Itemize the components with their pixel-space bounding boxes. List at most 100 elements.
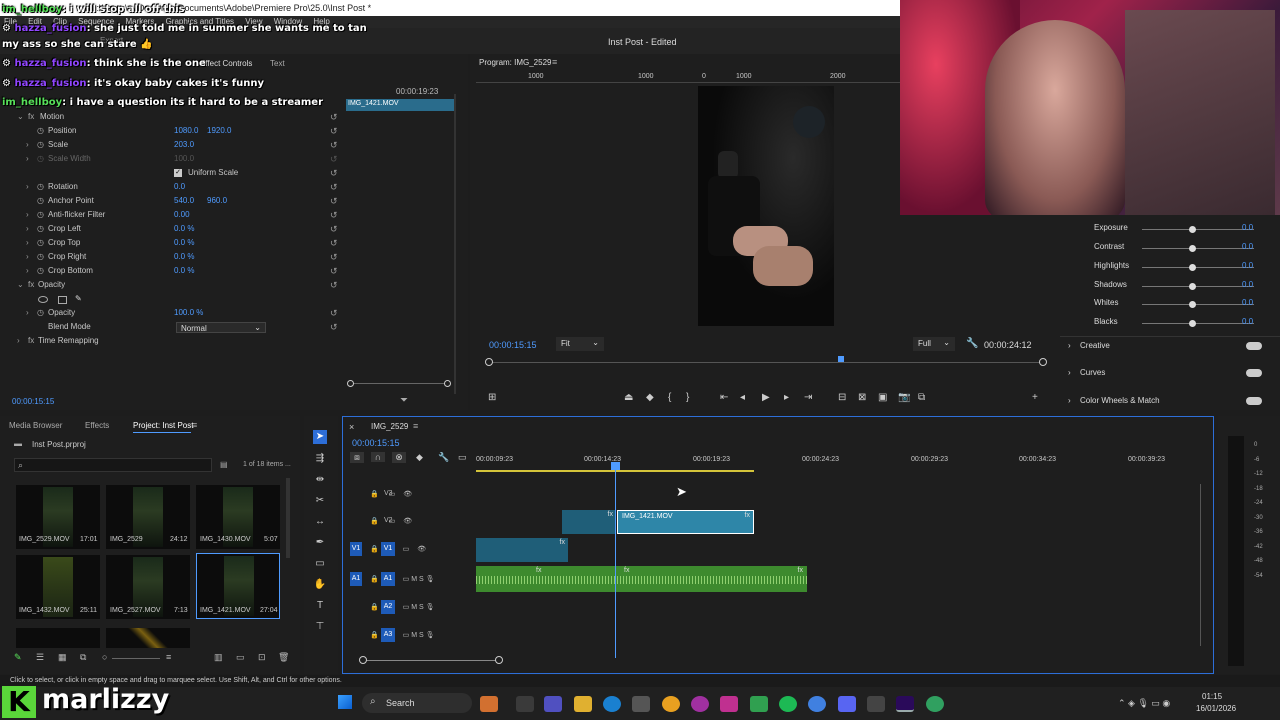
clock-time[interactable]: 01:15: [1202, 692, 1222, 701]
overwrite-icon[interactable]: ⊠: [858, 392, 866, 403]
project-search-input[interactable]: ⌕: [14, 458, 212, 472]
uniform-scale-checkbox[interactable]: ✓: [174, 169, 182, 177]
sequence-name[interactable]: IMG_2529: [371, 422, 408, 431]
pen-tool-icon[interactable]: ✒: [313, 536, 327, 550]
reset-icon[interactable]: ↺: [330, 112, 338, 123]
ec-zoom-bar[interactable]: [347, 380, 451, 387]
play-icon[interactable]: ▶: [762, 392, 770, 403]
automate-icon[interactable]: ▥: [214, 652, 223, 663]
store-icon[interactable]: [632, 696, 650, 712]
taskbar-app-icon-7[interactable]: [867, 696, 885, 712]
program-current-time[interactable]: 00:00:15:15: [489, 340, 537, 350]
rotation-row[interactable]: › ◷ Rotation 0.0 ↺: [0, 182, 345, 196]
clip-v1[interactable]: fx: [476, 538, 568, 562]
taskbar-app-icon-6[interactable]: [750, 696, 768, 712]
playhead-handle[interactable]: [611, 462, 620, 470]
wrench-icon[interactable]: 🔧: [966, 338, 978, 349]
taskbar-app-icon-5[interactable]: [691, 696, 709, 712]
position-y[interactable]: 1920.0: [207, 126, 231, 135]
windows-start-icon[interactable]: [338, 695, 352, 709]
marker-icon[interactable]: ◆: [646, 392, 654, 403]
taskbar-app-icon-4[interactable]: [662, 696, 680, 712]
slip-tool-icon[interactable]: ↔: [313, 515, 327, 529]
trash-icon[interactable]: 🗑: [278, 652, 289, 663]
compare-icon[interactable]: ▣: [878, 392, 887, 403]
clip-audio-a1[interactable]: fx fx fx: [476, 566, 807, 592]
creative-toggle[interactable]: [1246, 342, 1262, 350]
tray-icons[interactable]: ⌃ ◈ 🎙 ▭ ◉: [1118, 698, 1170, 709]
reset-icon[interactable]: ↺: [330, 140, 338, 151]
captions-icon[interactable]: ▭: [458, 452, 467, 463]
mark-out-icon[interactable]: }: [686, 392, 689, 403]
caption-tool-icon[interactable]: ⊤: [313, 620, 327, 634]
new-item-icon[interactable]: ⊡: [258, 652, 266, 663]
timeline-current-time[interactable]: 00:00:15:15: [352, 438, 400, 448]
lumetri-blacks[interactable]: Blacks 0.0: [1060, 317, 1280, 335]
opacity-group-row[interactable]: ⌄ fx Opacity ↺: [0, 280, 345, 294]
taskbar-app-icon-3[interactable]: [544, 696, 562, 712]
crop-left-row[interactable]: › ◷ Crop Left 0.0 % ↺: [0, 224, 345, 238]
ellipse-mask-icon[interactable]: [38, 296, 48, 303]
add-button-icon[interactable]: +: [1032, 392, 1038, 403]
selection-tool-icon[interactable]: ➤: [313, 430, 327, 444]
wrench-icon[interactable]: 🔧: [438, 452, 449, 463]
pencil-icon[interactable]: ✎: [14, 652, 22, 663]
uniform-scale-row[interactable]: ✓ Uniform Scale ↺: [0, 168, 345, 182]
tab-effect-controls[interactable]: Effect Controls: [200, 59, 252, 68]
mark-in-icon[interactable]: {: [668, 392, 671, 403]
section-creative[interactable]: › Creative: [1060, 341, 1280, 359]
timeline-playhead[interactable]: [615, 462, 616, 658]
scale-row[interactable]: › ◷ Scale 203.0 ↺: [0, 140, 345, 154]
program-scrubber[interactable]: [485, 356, 1047, 366]
menu-icon[interactable]: ≡: [192, 420, 197, 430]
type-tool-icon[interactable]: T: [313, 599, 327, 613]
snap-icon[interactable]: ∩: [371, 452, 385, 462]
tab-effects[interactable]: Effects: [85, 421, 109, 430]
taskbar-app-icon-1[interactable]: [480, 696, 498, 712]
nest-icon[interactable]: ⧈: [350, 452, 364, 463]
crop-right-row[interactable]: › ◷ Crop Right 0.0 % ↺: [0, 252, 345, 266]
lift-icon[interactable]: ⏏: [624, 392, 633, 403]
chrome-icon-2[interactable]: [926, 696, 944, 712]
menu-icon[interactable]: ≡: [413, 421, 418, 431]
tab-text[interactable]: Text: [270, 59, 285, 68]
blend-select[interactable]: Normal ⌄: [176, 322, 266, 333]
scale-value[interactable]: 203.0: [174, 140, 194, 149]
new-bin-icon[interactable]: ▭: [236, 652, 245, 663]
linked-select-icon[interactable]: ⊗: [392, 452, 406, 463]
curves-toggle[interactable]: [1246, 369, 1262, 377]
timeline-zoom-bar[interactable]: [359, 656, 503, 664]
premiere-icon[interactable]: [896, 696, 914, 712]
edge-icon[interactable]: [603, 696, 621, 712]
timeline-ruler[interactable]: 00:00:09:23 00:00:14:23 00:00:19:23 00:0…: [476, 452, 1206, 472]
rect-mask-icon[interactable]: [58, 296, 67, 304]
lumetri-contrast[interactable]: Contrast 0.0: [1060, 242, 1280, 260]
multi-cam-icon[interactable]: ⧉: [918, 392, 925, 403]
add-marker-icon[interactable]: ◆: [416, 452, 423, 463]
stopwatch-icon[interactable]: ◷: [37, 126, 44, 135]
ripple-edit-icon[interactable]: ⇹: [313, 473, 327, 487]
blend-row[interactable]: Blend Mode Normal ⌄ ↺: [0, 322, 345, 336]
ec-current-time[interactable]: 00:00:15:15: [12, 397, 54, 406]
fit-select[interactable]: Fit ⌄: [556, 337, 604, 351]
clock-date[interactable]: 16/01/2026: [1196, 704, 1236, 713]
reset-icon[interactable]: ↺: [330, 126, 338, 137]
lumetri-shadows[interactable]: Shadows 0.0: [1060, 280, 1280, 298]
lumetri-highlights[interactable]: Highlights 0.0: [1060, 261, 1280, 279]
quality-select[interactable]: Full ⌄: [913, 337, 955, 351]
icon-view-icon[interactable]: ▦: [58, 652, 67, 663]
position-row[interactable]: ◷ Position 1080.0 1920.0 ↺: [0, 126, 345, 140]
tab-project[interactable]: Project: Inst Post: [133, 421, 193, 430]
lumetri-whites[interactable]: Whites 0.0: [1060, 298, 1280, 316]
motion-row[interactable]: ⌄ fx Motion ↺: [0, 112, 345, 126]
insert-icon[interactable]: ⊟: [838, 392, 846, 403]
time-remap-row[interactable]: › fx Time Remapping: [0, 336, 345, 350]
hand-tool-icon[interactable]: ✋: [313, 578, 327, 592]
timeline-vscroll[interactable]: [1200, 484, 1201, 646]
filter-icon[interactable]: ⏷: [400, 395, 408, 406]
crop-top-row[interactable]: › ◷ Crop Top 0.0 % ↺: [0, 238, 345, 252]
freeform-view-icon[interactable]: ⧉: [80, 652, 86, 663]
thumb-partial-1[interactable]: [16, 628, 100, 648]
program-playhead[interactable]: [838, 356, 844, 362]
camera-icon[interactable]: 📷: [898, 392, 910, 403]
